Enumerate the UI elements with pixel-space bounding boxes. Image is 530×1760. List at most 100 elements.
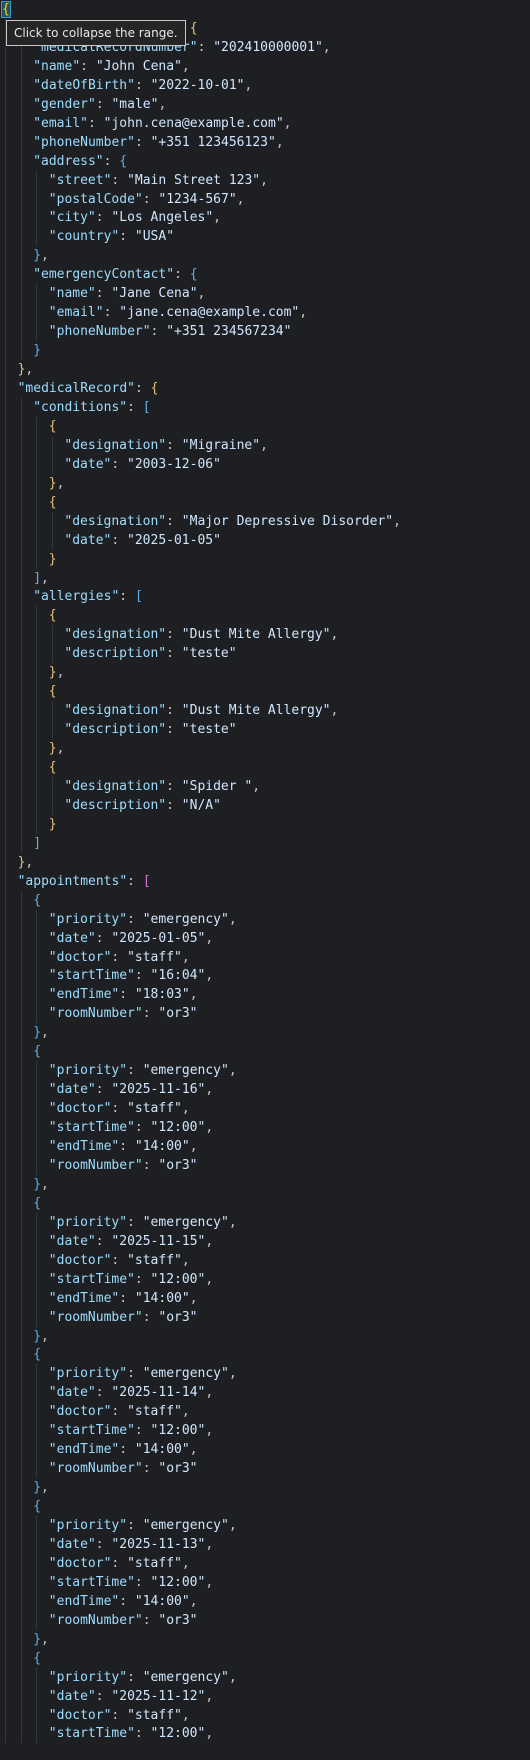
json-key: "date" [48,930,96,946]
code-line: }, [0,663,530,683]
punctuation: , [228,1366,237,1382]
indent-guide [20,890,22,910]
indent-guide [5,341,6,361]
code-line: { [0,682,530,702]
punctuation: , [41,1328,49,1344]
punctuation: , [236,191,245,207]
code-line: "description": "teste" [0,644,530,664]
punctuation: : [166,703,182,719]
punctuation: , [189,987,198,1003]
bracket: } [48,551,57,567]
indent-guide [5,1137,6,1156]
json-string-value: "Dust Mite Allergy" [181,703,331,719]
punctuation: : [95,1082,112,1098]
punctuation: : [142,1612,159,1628]
indent-guide [5,1421,6,1441]
json-string-value: "16:04" [150,968,206,984]
json-key: "allergies" [33,589,120,605]
indent-guide [36,1421,38,1441]
indent-guide [5,890,6,910]
indent-guide [51,720,53,740]
indent-guide [36,701,38,721]
punctuation: : [103,153,120,169]
indent-guide [5,397,6,417]
bracket: { [33,1499,42,1515]
punctuation: , [181,1404,190,1420]
punctuation: : [127,911,143,927]
punctuation: : [111,949,128,965]
indent-guide [5,1288,6,1308]
indent-guide [36,208,38,228]
indent-guide [20,1667,22,1687]
punctuation: : [95,1385,112,1401]
bracket: } [33,248,42,264]
json-string-value: "12:00" [150,1726,206,1742]
json-editor[interactable]: Click to collapse the range. {"patientIn… [0,0,530,1760]
bracket: { [33,1650,42,1666]
punctuation: , [41,1480,49,1496]
indent-guide [5,1307,6,1327]
indent-guide [51,530,53,550]
punctuation: , [260,172,268,188]
indent-guide [20,947,22,967]
indent-guide [36,947,38,967]
punctuation: , [205,1574,214,1590]
indent-guide [36,1099,38,1119]
json-key: "name" [48,286,96,302]
indent-guide [36,720,38,740]
indent-guide [20,322,22,342]
code-line: "startTime": "16:04", [0,966,530,986]
bracket: } [48,741,57,757]
punctuation: , [181,949,190,965]
indent-guide [20,132,22,152]
indent-guide [20,1591,22,1611]
code-line: "doctor": "staff", [0,1553,530,1573]
punctuation: , [205,1726,214,1742]
indent-guide [20,1231,22,1251]
json-string-value: "Jane Cena" [111,286,198,302]
code-line: "designation": "Dust Mite Allergy", [0,625,530,645]
indent-guide [36,909,38,929]
indent-guide [5,739,6,759]
punctuation: , [213,210,221,226]
json-key: "designation" [64,778,167,794]
punctuation: , [252,778,261,794]
json-string-value: "12:00" [150,1574,206,1590]
indent-guide [20,1572,22,1592]
punctuation: , [244,77,253,93]
punctuation: , [197,286,206,302]
indent-guide [51,435,53,455]
indent-guide [5,1648,6,1668]
punctuation: , [228,911,237,927]
code-line: "street": "Main Street 123", [0,170,530,190]
indent-guide [20,113,22,133]
indent-guide [20,606,22,626]
json-string-value: "jane.cena@example.com" [119,305,300,321]
punctuation: : [80,58,96,74]
bracket: [ [142,399,151,415]
indent-guide [36,739,38,759]
punctuation: , [56,475,65,491]
indent-guide [5,1042,6,1062]
code-line: "date": "2025-11-12", [0,1686,530,1706]
indent-guide [20,1042,22,1062]
indent-guide [36,758,38,777]
json-string-value: "2025-11-16" [111,1082,206,1098]
json-string-value: "18:03" [134,987,190,1003]
punctuation: : [111,172,128,188]
punctuation: , [189,1442,198,1458]
code-line: "emergencyContact": { [0,265,530,285]
json-string-value: "14:00" [134,1290,190,1306]
json-key: "country" [48,229,120,245]
indent-guide [20,701,22,721]
json-key: "date" [48,1082,96,1098]
code-line: "name": "Jane Cena", [0,284,530,304]
punctuation: : [111,532,128,548]
indent-guide [20,397,22,417]
punctuation: , [228,1518,237,1533]
indent-guide [5,94,6,114]
code-line: { [0,1193,530,1213]
code-line: "roomNumber": "or3" [0,1004,530,1024]
indent-guide [20,435,22,455]
indent-guide [5,928,6,948]
